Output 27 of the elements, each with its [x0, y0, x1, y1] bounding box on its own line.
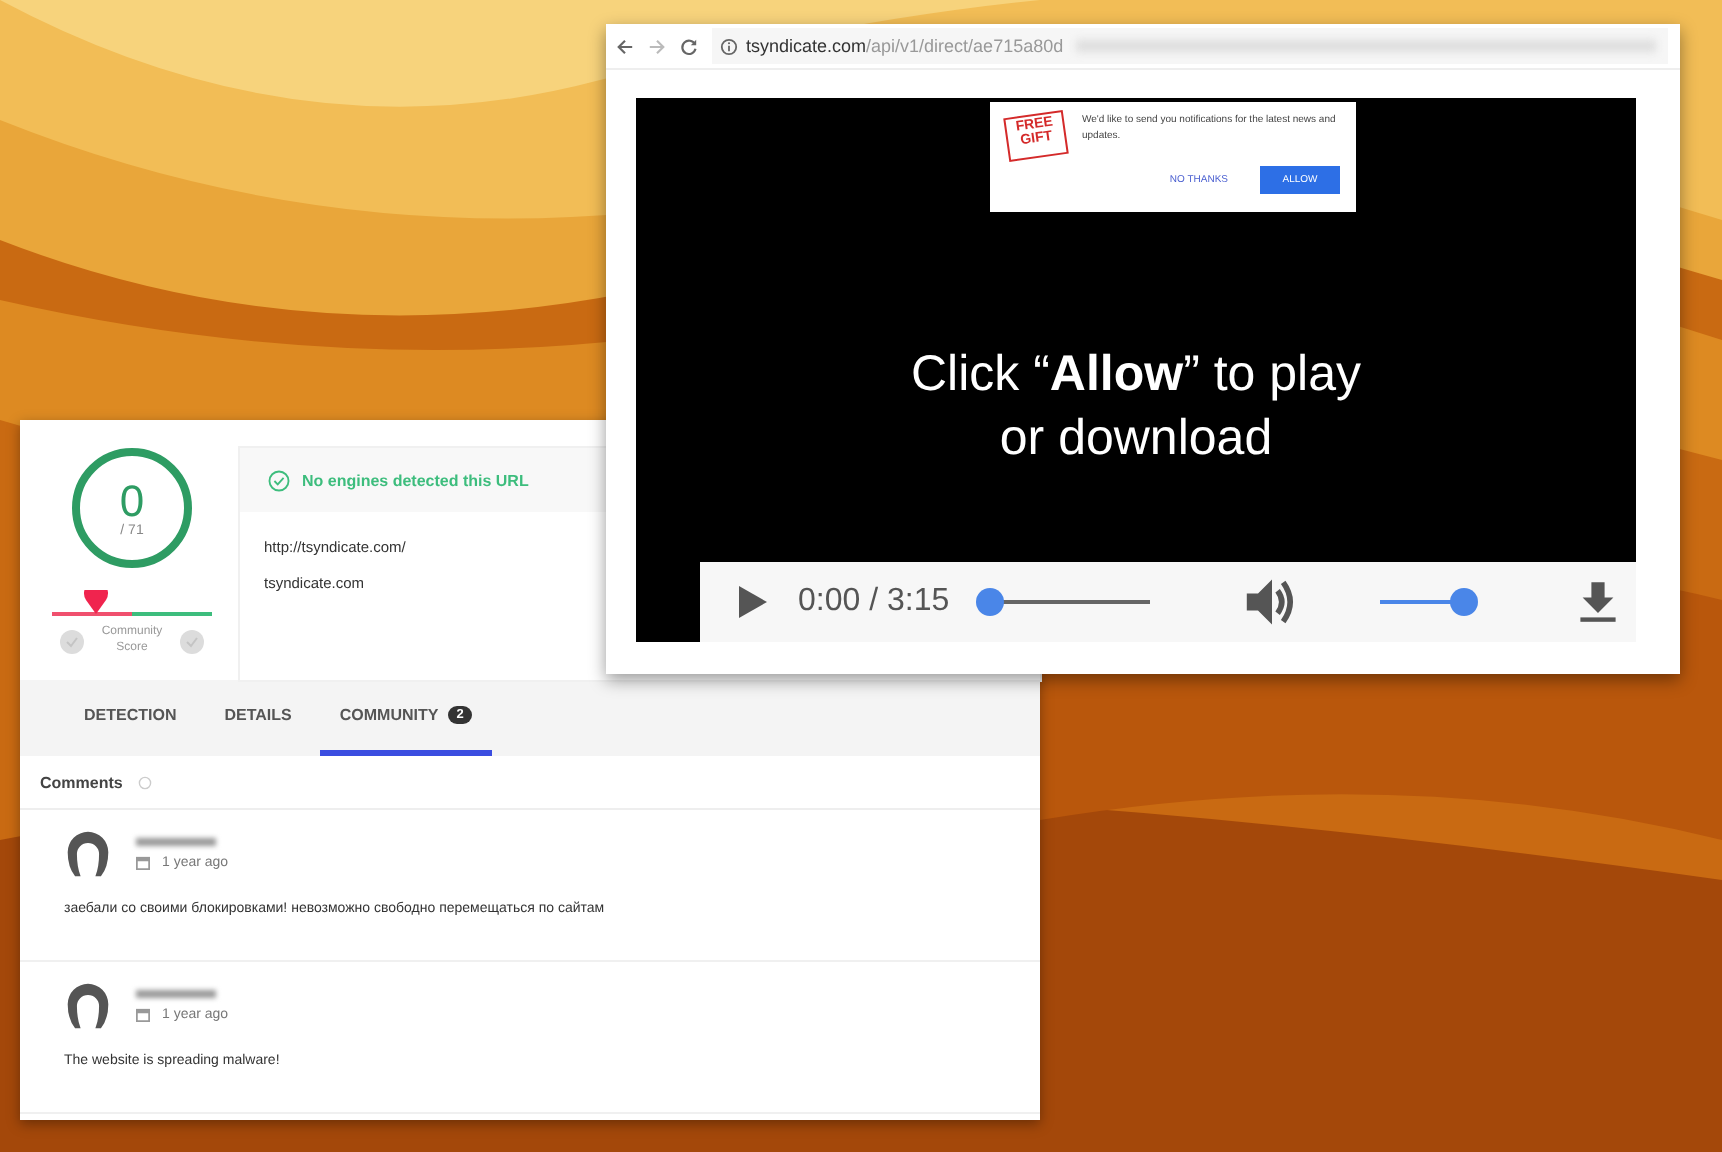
slider-thumb[interactable] [1449, 588, 1478, 616]
info-icon [720, 37, 738, 55]
url-host: tsyndicate.com [746, 36, 867, 56]
community-gauge-icon [52, 590, 212, 622]
tab[interactable]: DETECTION [64, 680, 197, 756]
comments-heading: Comments [40, 773, 123, 791]
user-avatar-icon [64, 830, 112, 878]
download-icon[interactable] [1576, 580, 1620, 624]
slider-thumb[interactable] [975, 588, 1004, 616]
time-display: 0:00 / 3:15 [798, 584, 950, 620]
info-icon [138, 775, 153, 789]
calendar-icon [136, 1008, 150, 1022]
check-circle-icon [268, 469, 290, 491]
redacted-name [136, 838, 216, 846]
overlay-text: Click “Allow” to play [910, 344, 1362, 406]
calendar-icon [136, 856, 150, 870]
url-path: /api/v1/direct/ae715a80d [866, 36, 1064, 56]
redacted-name [136, 990, 216, 998]
tab[interactable]: DETAILS [204, 680, 312, 756]
detection-score: 0 [119, 479, 145, 523]
back-arrow-icon[interactable] [616, 37, 634, 55]
user-avatar-icon [64, 982, 112, 1030]
status-text: No engines detected this URL [302, 471, 529, 489]
address-bar[interactable]: tsyndicate.com/api/v1/direct/ae715a80d [712, 28, 1668, 64]
play-icon[interactable] [736, 584, 770, 620]
overlay-text: or download [999, 408, 1273, 470]
reload-icon[interactable] [680, 37, 698, 55]
